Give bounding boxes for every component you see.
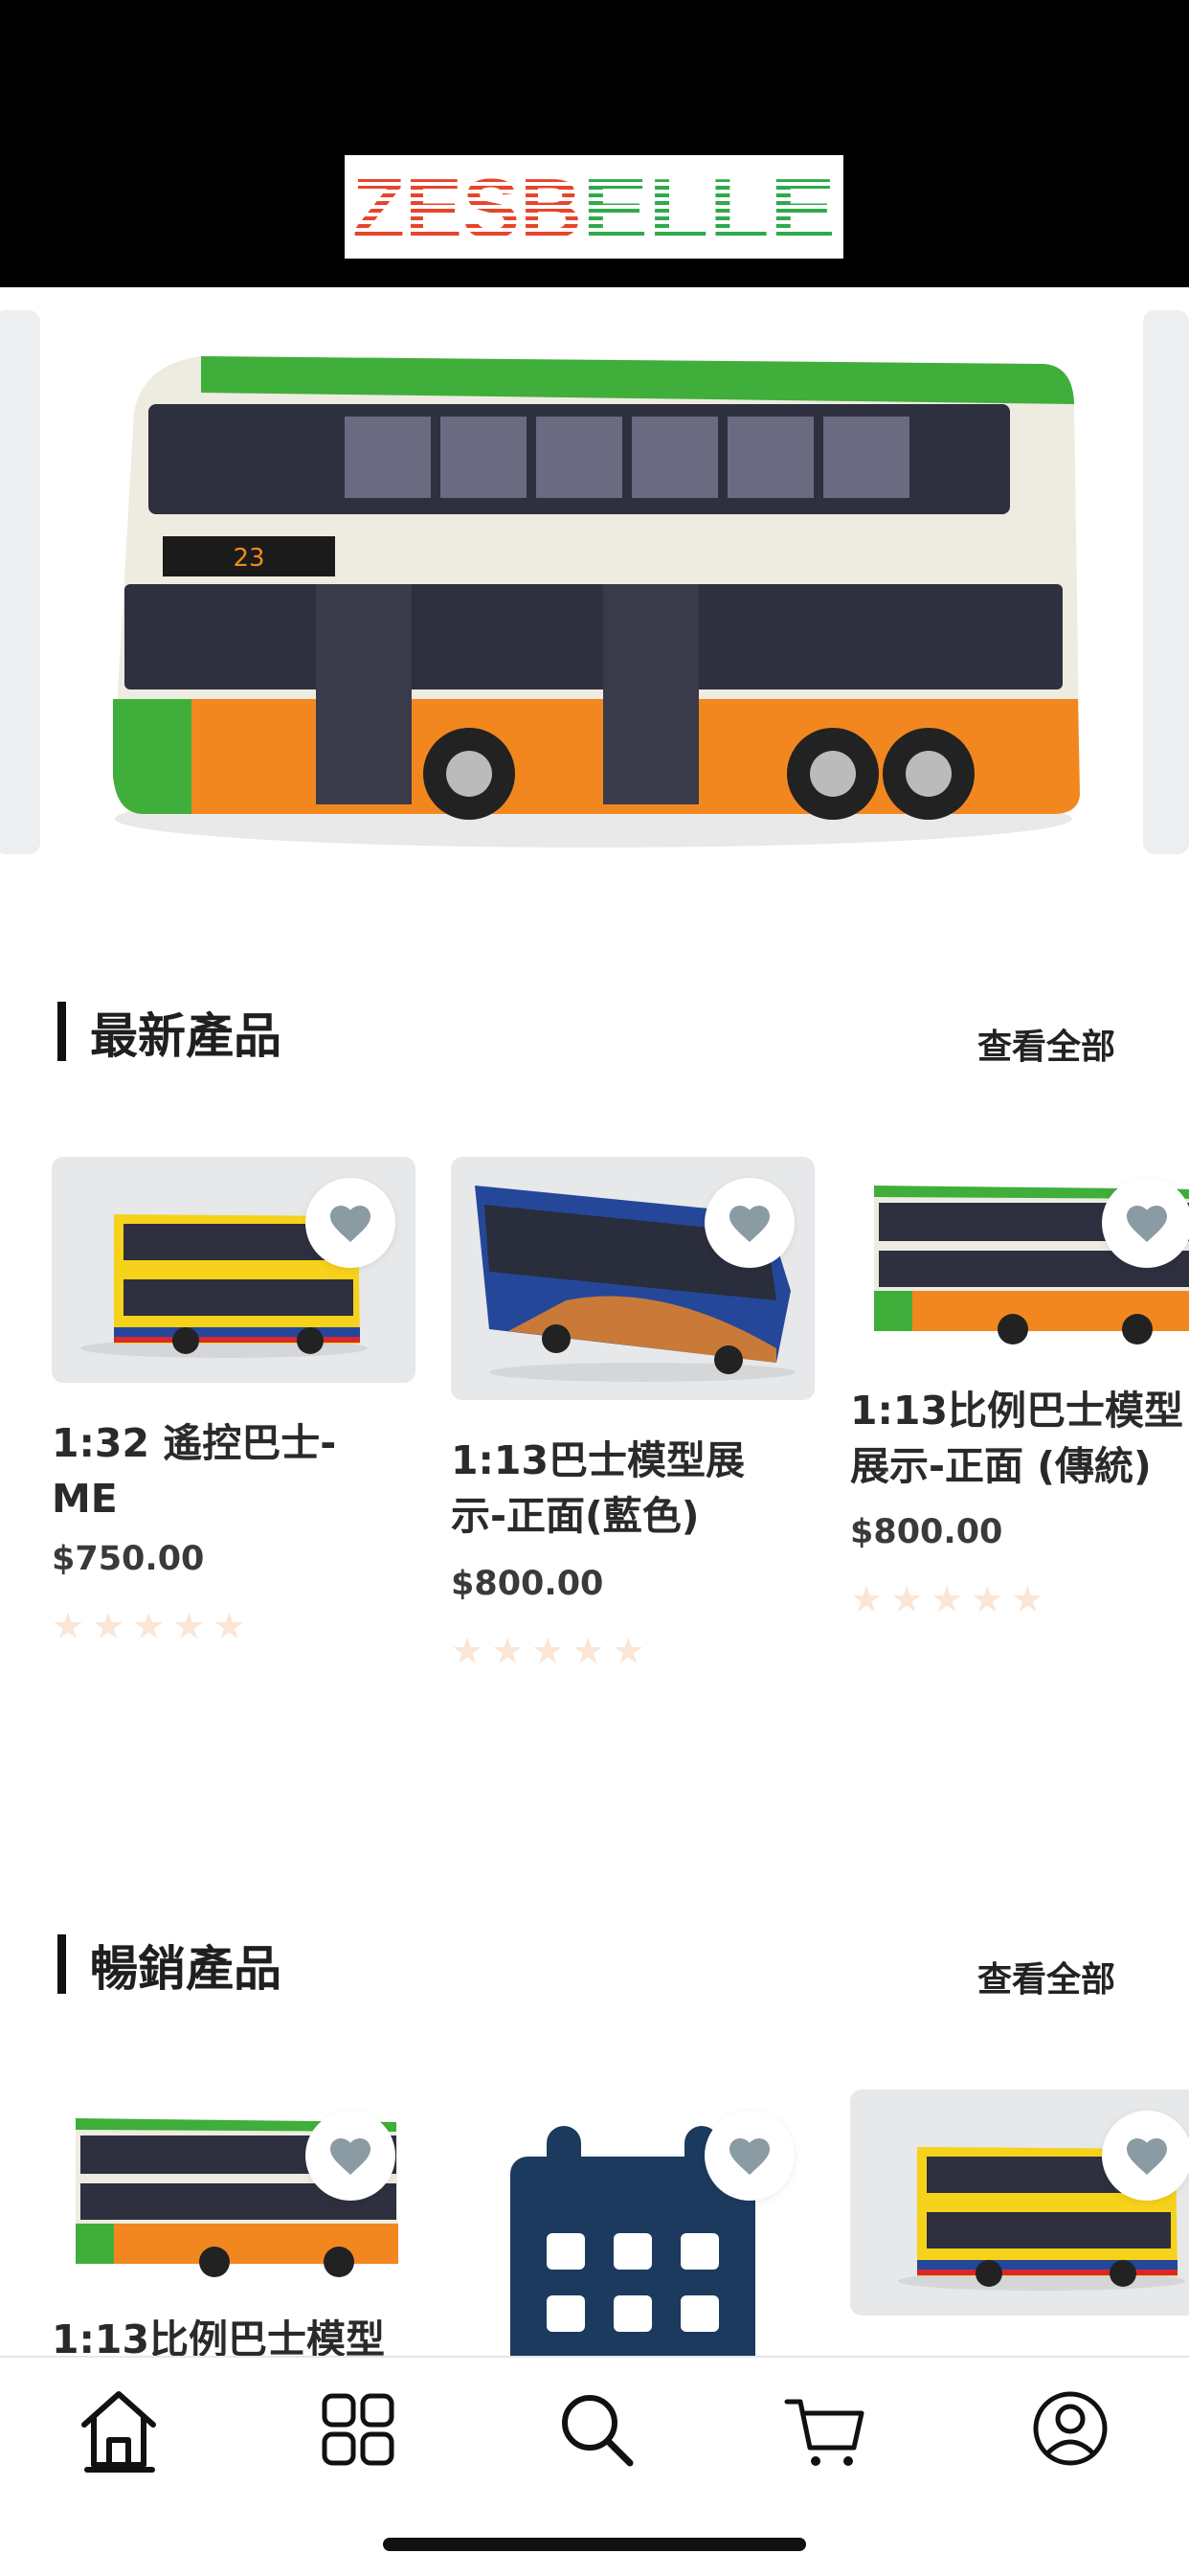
svg-text:ZESB: ZESB xyxy=(352,161,582,256)
see-all-bestselling-link[interactable]: 查看全部 xyxy=(977,1952,1115,2001)
brand-logo[interactable]: ZESB ELLE xyxy=(345,155,843,259)
favorite-button[interactable] xyxy=(705,2111,795,2201)
carousel-prev-slide[interactable] xyxy=(0,310,40,854)
double-decker-bus-image: 23 xyxy=(113,356,1080,847)
carousel-next-slide[interactable] xyxy=(1143,310,1189,854)
section-title-newest: 最新產品 xyxy=(57,998,281,1067)
product-card[interactable]: 1:13巴士模型展 示-正面(藍色) $800.00 ★ ★ ★ ★ ★ xyxy=(451,1157,815,1693)
product-name[interactable]: 1:13比例巴士模型 xyxy=(52,2312,415,2356)
star-icon: ★ xyxy=(491,1630,525,1672)
section-title-bestselling: 暢銷產品 xyxy=(57,1931,281,2000)
brand-logo-graphic: ZESB ELLE xyxy=(352,161,836,256)
product-price: $750.00 xyxy=(52,1540,205,1578)
product-card[interactable] xyxy=(451,2090,815,2356)
star-icon: ★ xyxy=(931,1578,964,1620)
product-name[interactable]: 1:32 遙控巴士- ME xyxy=(52,1415,425,1526)
product-card[interactable]: 1:32 遙控巴士- ME $750.00 ★ ★ ★ ★ ★ xyxy=(52,1157,415,1655)
favorite-button[interactable] xyxy=(305,2111,395,2201)
svg-text:ELLE: ELLE xyxy=(582,161,836,256)
heart-icon xyxy=(729,2138,770,2175)
star-icon: ★ xyxy=(572,1630,605,1672)
rating-stars: ★ ★ ★ ★ ★ xyxy=(451,1632,644,1670)
home-icon xyxy=(81,2391,156,2468)
tab-home[interactable] xyxy=(71,2381,167,2476)
tab-categories[interactable] xyxy=(309,2381,405,2476)
favorite-button[interactable] xyxy=(305,1178,395,1268)
hero-banner-image[interactable]: 23 xyxy=(57,297,1132,871)
product-card[interactable]: 1:13比例巴士模型 xyxy=(52,2090,415,2356)
star-icon: ★ xyxy=(971,1578,1004,1620)
profile-icon xyxy=(1033,2391,1108,2466)
product-price: $800.00 xyxy=(451,1565,604,1603)
product-price: $800.00 xyxy=(850,1513,1003,1551)
tab-cart[interactable] xyxy=(777,2381,873,2476)
app-header: ZESB ELLE xyxy=(0,0,1189,287)
star-icon: ★ xyxy=(52,1605,85,1647)
star-icon: ★ xyxy=(132,1605,166,1647)
star-icon: ★ xyxy=(172,1605,206,1647)
svg-text:23: 23 xyxy=(233,544,264,573)
star-icon: ★ xyxy=(213,1605,246,1647)
product-card[interactable] xyxy=(850,2090,1189,2356)
product-name[interactable]: 1:13比例巴士模型 展示-正面 (傳統) xyxy=(850,1383,1189,1494)
favorite-button[interactable] xyxy=(1102,1178,1189,1268)
tab-profile[interactable] xyxy=(1022,2381,1118,2476)
heart-icon xyxy=(1127,1206,1167,1242)
star-icon: ★ xyxy=(1011,1578,1044,1620)
search-icon xyxy=(562,2395,634,2467)
star-icon: ★ xyxy=(612,1630,645,1672)
star-icon: ★ xyxy=(850,1578,884,1620)
bottom-tab-bar xyxy=(0,2356,1189,2576)
star-icon: ★ xyxy=(890,1578,924,1620)
star-icon: ★ xyxy=(92,1605,125,1647)
hero-carousel[interactable]: 23 xyxy=(0,287,1189,900)
favorite-button[interactable] xyxy=(1102,2111,1189,2201)
active-tab-indicator xyxy=(84,2467,155,2473)
see-all-newest-link[interactable]: 查看全部 xyxy=(977,1019,1115,1069)
cart-icon xyxy=(784,2399,864,2466)
product-card[interactable]: 1:13比例巴士模型 展示-正面 (傳統) $800.00 ★ ★ ★ ★ ★ xyxy=(850,1157,1189,1636)
star-icon: ★ xyxy=(451,1630,484,1672)
star-icon: ★ xyxy=(531,1630,565,1672)
product-name[interactable]: 1:13巴士模型展 示-正面(藍色) xyxy=(451,1433,824,1544)
home-indicator xyxy=(383,2538,806,2551)
heart-icon xyxy=(1127,2138,1167,2175)
rating-stars: ★ ★ ★ ★ ★ xyxy=(52,1607,245,1645)
tab-search[interactable] xyxy=(548,2381,643,2476)
heart-icon xyxy=(330,1206,370,1242)
categories-icon xyxy=(322,2393,394,2466)
heart-icon xyxy=(330,2138,370,2175)
favorite-button[interactable] xyxy=(705,1178,795,1268)
heart-icon xyxy=(729,1206,770,1242)
rating-stars: ★ ★ ★ ★ ★ xyxy=(850,1580,1043,1618)
